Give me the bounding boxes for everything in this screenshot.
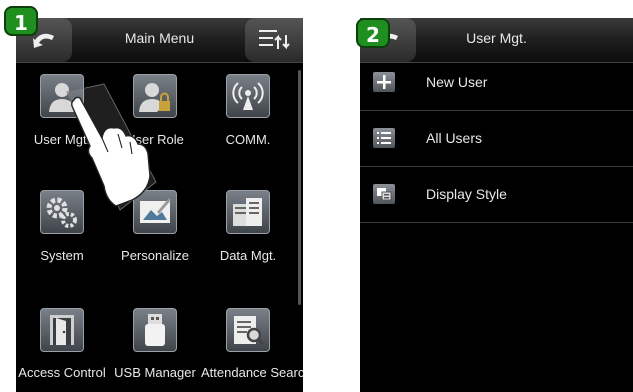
menu-item-label: Access Control [18, 365, 106, 380]
menu-item-label: Personalize [121, 248, 189, 263]
view-toggle-button[interactable] [245, 18, 303, 62]
menu-item-label: Data Mgt. [219, 248, 277, 263]
menu-item-comm[interactable]: COMM. [201, 74, 295, 147]
list-item-label: All Users [426, 130, 483, 146]
data-mgt-icon [226, 190, 270, 234]
list-item-label: New User [426, 74, 488, 90]
usb-icon [133, 308, 177, 352]
step-2-badge: 2 [356, 18, 390, 48]
scrollbar[interactable] [298, 70, 301, 305]
menu-item-label: System [40, 248, 84, 263]
sort-menu-icon [259, 30, 290, 50]
display-style-icon [373, 184, 395, 204]
list-item-new-user[interactable]: New User [360, 55, 633, 111]
menu-item-access-control[interactable]: Access Control [16, 308, 109, 380]
menu-item-label: COMM. [225, 132, 271, 147]
user-mgt-screen: User Mgt. New User All Users Display Sty… [360, 18, 633, 392]
list-icon [373, 128, 395, 148]
menu-item-attendance-search[interactable]: Attendance Search [201, 308, 303, 380]
attendance-search-icon [226, 308, 270, 352]
menu-item-label: Attendance Search [201, 365, 303, 380]
menu-item-data-mgt[interactable]: Data Mgt. [201, 190, 295, 263]
hand-pointer-icon [66, 83, 157, 211]
menu-item-usb-manager[interactable]: USB Manager [108, 308, 202, 380]
list-item-label: Display Style [426, 186, 507, 202]
plus-icon [373, 72, 395, 92]
top-bar: Main Menu [16, 18, 303, 63]
list-item-display-style[interactable]: Display Style [360, 167, 633, 223]
list-item-all-users[interactable]: All Users [360, 111, 633, 167]
access-control-icon [40, 308, 84, 352]
step-1-badge: 1 [4, 6, 38, 36]
comm-icon [226, 74, 270, 118]
menu-item-label: USB Manager [114, 365, 196, 380]
